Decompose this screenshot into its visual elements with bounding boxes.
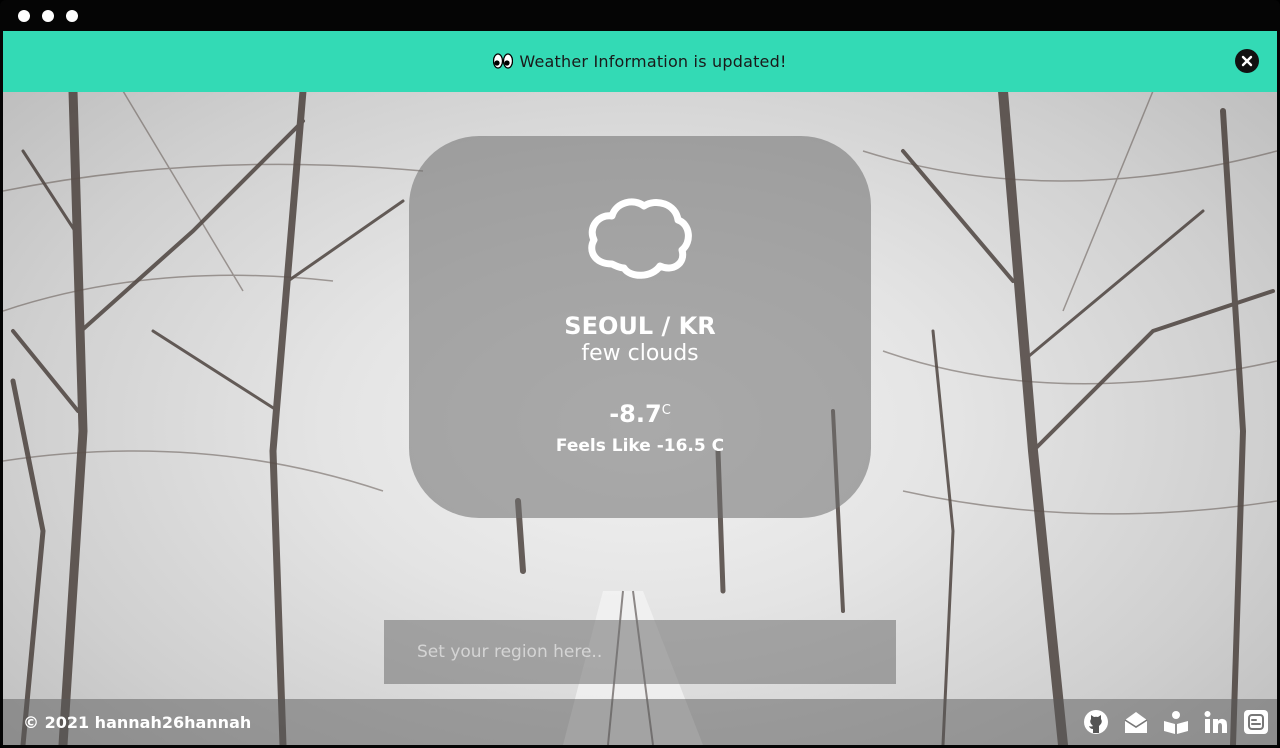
window-titlebar bbox=[0, 0, 1280, 31]
copyright-text: © 2021 hannah26hannah bbox=[23, 713, 252, 732]
github-icon bbox=[1084, 710, 1108, 734]
banner-text: Weather Information is updated! bbox=[519, 52, 787, 71]
region-search-input[interactable] bbox=[384, 620, 896, 684]
close-icon bbox=[1241, 55, 1253, 67]
location-label: SEOUL / KR bbox=[564, 312, 716, 340]
mail-link[interactable] bbox=[1123, 709, 1149, 735]
feels-like-temperature: Feels Like -16.5 C bbox=[555, 436, 725, 456]
mail-icon bbox=[1124, 712, 1148, 733]
blog-reader-icon bbox=[1164, 711, 1188, 734]
linkedin-link[interactable] bbox=[1203, 709, 1229, 735]
temperature-unit: C bbox=[661, 403, 671, 418]
weather-card: SEOUL / KR few clouds -8.7C Feels Like -… bbox=[409, 136, 871, 518]
blog-reader-link[interactable] bbox=[1163, 709, 1189, 735]
temperature-value: -8.7 bbox=[609, 400, 662, 428]
github-link[interactable] bbox=[1083, 709, 1109, 735]
window-dot[interactable] bbox=[18, 10, 30, 22]
weather-description: few clouds bbox=[581, 341, 699, 366]
social-links bbox=[1083, 709, 1269, 735]
weather-app: Weather Information is updated! SEOUL / … bbox=[3, 31, 1277, 745]
window-dot[interactable] bbox=[66, 10, 78, 22]
footer: © 2021 hannah26hannah bbox=[3, 699, 1277, 745]
blogger-icon bbox=[1244, 710, 1268, 734]
window-dot[interactable] bbox=[42, 10, 54, 22]
cloud-icon bbox=[588, 198, 692, 279]
close-banner-button[interactable] bbox=[1235, 49, 1259, 73]
banner-message: Weather Information is updated! bbox=[493, 52, 786, 71]
browser-window: Weather Information is updated! SEOUL / … bbox=[0, 0, 1280, 748]
linkedin-icon bbox=[1204, 711, 1227, 733]
eyes-icon bbox=[493, 53, 514, 69]
current-temperature: -8.7C bbox=[409, 400, 871, 428]
blogger-link[interactable] bbox=[1243, 709, 1269, 735]
update-notification-banner: Weather Information is updated! bbox=[3, 31, 1277, 92]
